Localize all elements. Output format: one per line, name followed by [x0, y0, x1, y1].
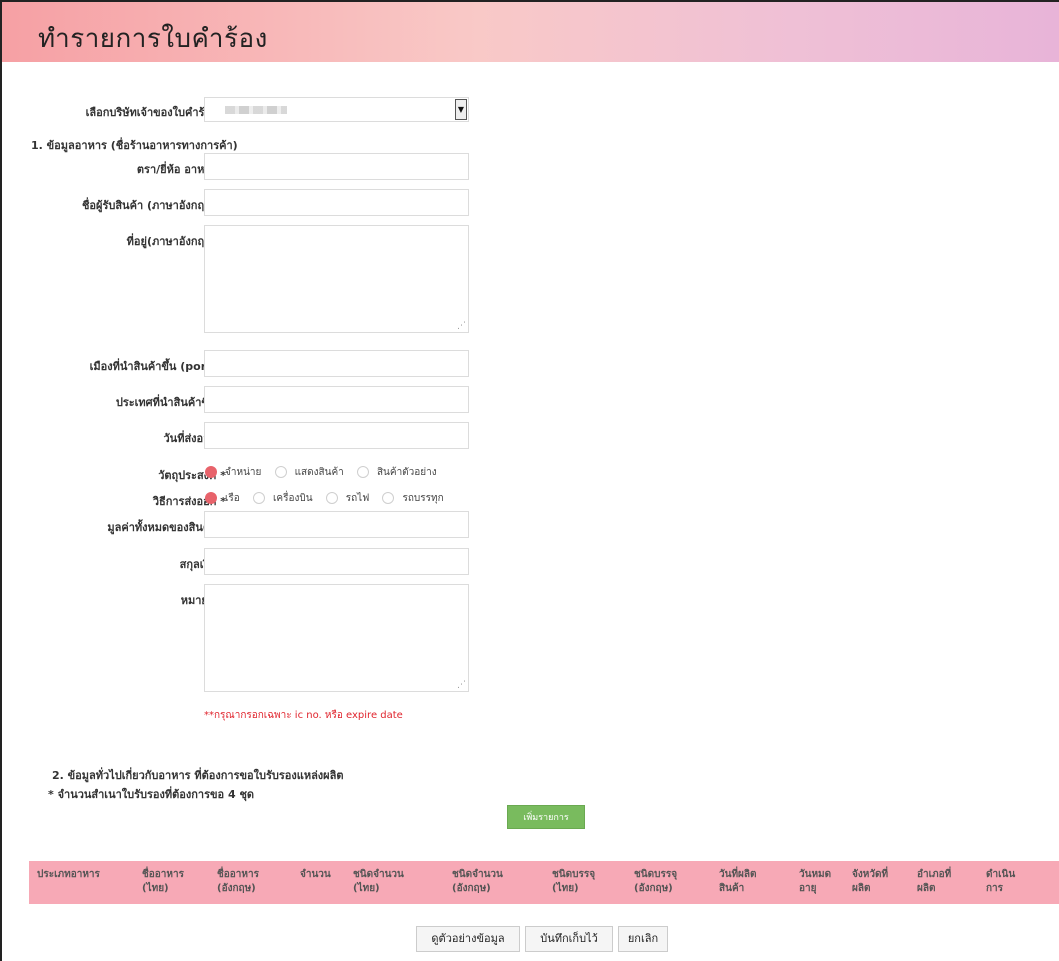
shipping-option-plane[interactable]: เครื่องบิน — [252, 491, 313, 506]
add-item-button[interactable]: เพิ่มรายการ — [507, 805, 585, 829]
preview-button[interactable]: ดูตัวอย่างข้อมูล — [416, 926, 520, 952]
selected-company-redacted — [225, 106, 287, 114]
radio-empty-icon[interactable] — [356, 466, 369, 478]
copies-note: * จำนวนสำเนาใบรับรองที่ต้องการขอ 4 ชุด — [48, 788, 255, 801]
column-header: ชื่ออาหาร (ไทย) — [142, 869, 184, 894]
remark-textarea[interactable]: ⋰ — [204, 584, 469, 692]
brand-input[interactable] — [204, 153, 469, 180]
cancel-button[interactable]: ยกเลิก — [618, 926, 668, 952]
column-header: จำนวน — [300, 869, 331, 880]
section2-title: 2. ข้อมูลทั่วไปเกี่ยวกับอาหาร ที่ต้องการ… — [52, 769, 344, 782]
radio-selected-icon[interactable] — [205, 492, 217, 504]
remark-note: **กรุณากรอกเฉพาะ ic no. หรือ expire date — [204, 710, 403, 721]
shipping-option-truck[interactable]: รถบรรทุก — [382, 491, 444, 506]
column-header: วันที่ผลิต สินค้า — [719, 869, 757, 894]
title-bar: ทำรายการใบคำร้อง — [2, 2, 1059, 62]
shipping-option-train[interactable]: รถไฟ — [325, 491, 369, 506]
save-button[interactable]: บันทึกเก็บไว้ — [525, 926, 613, 952]
chevron-down-icon[interactable]: ▼ — [455, 99, 467, 120]
purpose-option-sale[interactable]: จำหน่าย — [205, 465, 261, 480]
radio-selected-icon[interactable] — [205, 466, 217, 478]
items-table-header: ประเภทอาหาร ชื่ออาหาร (ไทย) ชื่ออาหาร (อัง… — [29, 861, 1059, 904]
column-header: ประเภทอาหาร — [37, 869, 100, 880]
section1-title: 1. ข้อมูลอาหาร (ชื่อร้านอาหารทางการค้า) — [31, 139, 238, 152]
total-value-input[interactable] — [204, 511, 469, 538]
radio-empty-icon[interactable] — [274, 466, 287, 478]
column-header: ชนิดจำนวน (อังกฤษ) — [452, 869, 503, 894]
ship-date-input[interactable] — [204, 422, 469, 449]
page-title: ทำรายการใบคำร้อง — [38, 24, 268, 54]
resize-grip-icon[interactable]: ⋰ — [457, 681, 466, 690]
shipping-method-radio-group: เรือ เครื่องบิน รถไฟ รถบรรทุก — [205, 491, 454, 507]
radio-empty-icon[interactable] — [325, 492, 338, 504]
column-header: อำเภอที่ ผลิต — [917, 869, 952, 894]
purpose-option-exhibit[interactable]: แสดงสินค้า — [274, 465, 344, 480]
purpose-radio-group: จำหน่าย แสดงสินค้า สินค้าตัวอย่าง — [205, 465, 447, 481]
consignee-input[interactable] — [204, 189, 469, 216]
address-textarea[interactable]: ⋰ — [204, 225, 469, 333]
column-header: ชนิดจำนวน (ไทย) — [353, 869, 404, 894]
radio-empty-icon[interactable] — [252, 492, 265, 504]
port-input[interactable] — [204, 350, 469, 377]
column-header: จังหวัดที่ ผลิต — [852, 869, 889, 894]
column-header: วันหมด อายุ — [799, 869, 832, 894]
currency-input[interactable] — [204, 548, 469, 575]
resize-grip-icon[interactable]: ⋰ — [457, 322, 466, 331]
shipping-option-ship[interactable]: เรือ — [205, 491, 240, 506]
purpose-option-sample[interactable]: สินค้าตัวอย่าง — [356, 465, 437, 480]
radio-empty-icon[interactable] — [382, 492, 395, 504]
country-input[interactable] — [204, 386, 469, 413]
column-header: ชนิดบรรจุ (อังกฤษ) — [634, 869, 678, 894]
company-select[interactable]: ▼ — [204, 97, 469, 122]
column-header: ชนิดบรรจุ (ไทย) — [552, 869, 596, 894]
column-header: ดำเนิน การ — [986, 869, 1016, 894]
column-header: ชื่ออาหาร (อังกฤษ) — [217, 869, 259, 894]
